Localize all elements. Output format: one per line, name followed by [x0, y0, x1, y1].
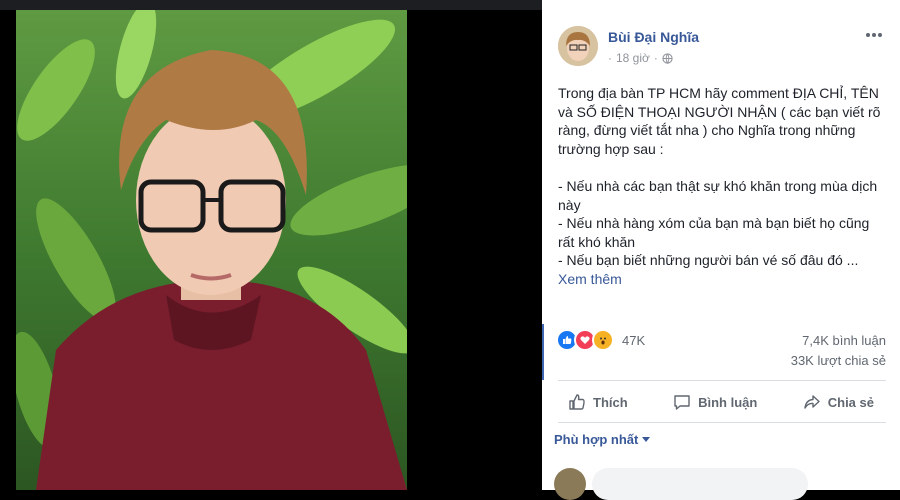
author-avatar[interactable] — [558, 26, 598, 66]
author-name[interactable]: Bùi Đại Nghĩa — [608, 29, 699, 45]
comment-label: Bình luận — [698, 394, 758, 410]
post-body: Trong địa bàn TP HCM hãy comment ĐỊA CHỈ… — [558, 85, 881, 269]
dot-icon — [866, 33, 870, 37]
comment-count[interactable]: 7,4K bình luận — [802, 333, 886, 348]
post-text: Trong địa bàn TP HCM hãy comment ĐỊA CHỈ… — [558, 84, 888, 289]
thumbs-up-icon — [569, 394, 585, 410]
caret-down-icon — [642, 437, 651, 442]
comment-icon — [674, 395, 690, 410]
avatar-image — [558, 26, 598, 66]
selfie-image — [16, 10, 407, 490]
like-button[interactable]: Thích — [554, 386, 642, 418]
time-label[interactable]: 18 giờ — [616, 51, 650, 65]
sort-label: Phù hợp nhất — [554, 432, 639, 447]
reaction-count[interactable]: 47K — [622, 333, 645, 348]
reaction-focus-indicator — [542, 324, 544, 380]
dot-icon — [878, 33, 882, 37]
comment-item — [554, 468, 808, 500]
reactions-summary[interactable]: 47K — [556, 329, 645, 351]
like-label: Thích — [593, 394, 628, 410]
background-top-bar — [0, 0, 542, 10]
post-panel: Bùi Đại Nghĩa · 18 giờ · Trong địa bàn T… — [542, 0, 900, 500]
divider — [558, 380, 886, 381]
post-actions: Thích Bình luận Chia sẻ — [554, 386, 888, 418]
share-label: Chia sẻ — [827, 394, 874, 410]
see-more-link[interactable]: Xem thêm — [558, 271, 622, 287]
comment-bubble[interactable] — [592, 468, 808, 500]
separator-dot: · — [608, 51, 612, 65]
divider — [558, 422, 886, 423]
post-timestamp[interactable]: · 18 giờ · — [608, 51, 673, 65]
wow-reaction-icon — [592, 329, 614, 351]
separator-dot: · — [653, 51, 658, 65]
share-count[interactable]: 33K lượt chia sẻ — [791, 353, 886, 368]
comment-button[interactable]: Bình luận — [659, 386, 771, 418]
commenter-avatar[interactable] — [554, 468, 586, 500]
post-photo[interactable] — [16, 10, 407, 490]
globe-icon — [662, 52, 673, 64]
dot-icon — [872, 33, 876, 37]
share-arrow-icon — [804, 395, 820, 409]
more-options-button[interactable] — [864, 26, 884, 44]
share-button[interactable]: Chia sẻ — [789, 386, 888, 418]
comment-sort-dropdown[interactable]: Phù hợp nhất — [554, 432, 651, 447]
